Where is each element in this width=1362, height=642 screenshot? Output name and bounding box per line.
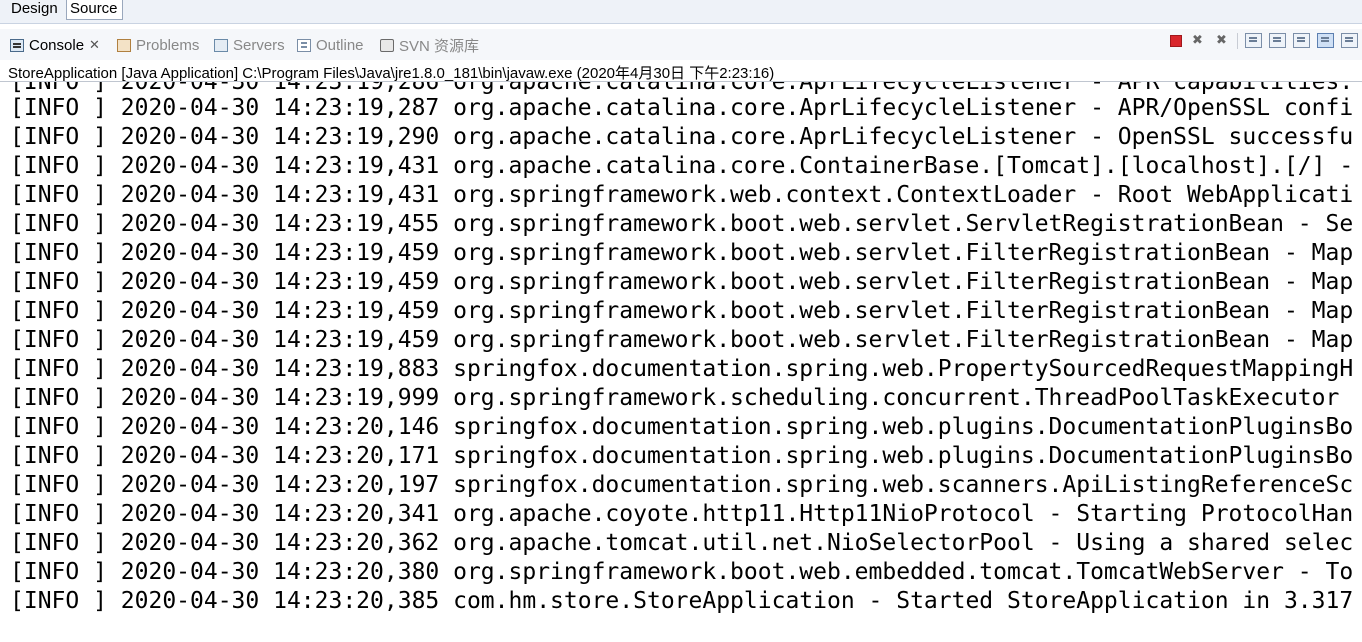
word-wrap-icon[interactable] — [1269, 33, 1286, 48]
console-icon — [10, 38, 24, 52]
tab-outline-label: Outline — [316, 36, 364, 54]
process-label: StoreApplication [Java Application] C:\P… — [8, 65, 775, 82]
log-line: [INFO ] 2020-04-30 14:23:19,431 org.spri… — [10, 182, 1354, 208]
tab-console[interactable]: Console ✕ — [10, 36, 100, 54]
remove-all-terminated-icon[interactable]: ✖ — [1213, 33, 1230, 48]
log-line: [INFO ] 2020-04-30 14:23:20,385 com.hm.s… — [10, 588, 1354, 614]
log-line: [INFO ] 2020-04-30 14:23:19,455 org.spri… — [10, 211, 1354, 237]
svn-repository-icon — [380, 38, 394, 52]
log-line: [INFO ] 2020-04-30 14:23:19,287 org.apac… — [10, 95, 1354, 121]
tab-servers-label: Servers — [233, 36, 285, 54]
console-toolbar: ✖ ✖ — [1163, 33, 1362, 51]
problems-icon — [117, 38, 131, 52]
editor-tab-strip: Design Source — [0, 0, 1362, 24]
tab-svn-label: SVN 资源库 — [399, 37, 480, 55]
log-line: [INFO ] 2020-04-30 14:23:19,459 org.spri… — [10, 240, 1354, 266]
log-line: [INFO ] 2020-04-30 14:23:20,380 org.spri… — [10, 559, 1354, 585]
view-toolbar: Console ✕ Problems Servers Outline SVN 资… — [0, 29, 1362, 60]
log-line: [INFO ] 2020-04-30 14:23:19,999 org.spri… — [10, 385, 1340, 411]
log-line: [INFO ] 2020-04-30 14:23:19,431 org.apac… — [10, 153, 1354, 179]
toolbar-separator — [1237, 33, 1238, 49]
log-line: [INFO ] 2020-04-30 14:23:19,459 org.spri… — [10, 269, 1354, 295]
pin-console-icon[interactable] — [1293, 33, 1310, 48]
close-icon[interactable]: ✕ — [89, 37, 100, 53]
tab-source[interactable]: Source — [66, 0, 123, 20]
display-selected-console-icon[interactable] — [1317, 33, 1334, 48]
tab-design[interactable]: Design — [8, 0, 61, 20]
outline-icon — [297, 38, 311, 52]
remove-launch-icon[interactable]: ✖ — [1189, 33, 1206, 48]
console-output[interactable]: [INFO ] 2020-04-30 14:23:19,286 org.apac… — [0, 82, 1362, 642]
log-line: [INFO ] 2020-04-30 14:23:20,362 org.apac… — [10, 530, 1354, 556]
tab-problems-label: Problems — [136, 36, 200, 54]
tab-svn-repository[interactable]: SVN 资源库 — [380, 36, 480, 55]
servers-icon — [214, 38, 228, 52]
log-line: [INFO ] 2020-04-30 14:23:20,197 springfo… — [10, 472, 1354, 498]
tab-outline[interactable]: Outline — [297, 36, 364, 54]
terminate-icon[interactable] — [1170, 35, 1182, 47]
tab-problems[interactable]: Problems — [117, 36, 199, 54]
log-line: [INFO ] 2020-04-30 14:23:20,341 org.apac… — [10, 501, 1354, 527]
log-line: [INFO ] 2020-04-30 14:23:20,146 springfo… — [10, 414, 1354, 440]
log-line: [INFO ] 2020-04-30 14:23:19,883 springfo… — [10, 356, 1354, 382]
log-line: [INFO ] 2020-04-30 14:23:19,459 org.spri… — [10, 327, 1354, 353]
open-console-icon[interactable] — [1341, 33, 1358, 48]
log-line: [INFO ] 2020-04-30 14:23:20,171 springfo… — [10, 443, 1354, 469]
log-line: [INFO ] 2020-04-30 14:23:19,459 org.spri… — [10, 298, 1354, 324]
log-line: [INFO ] 2020-04-30 14:23:19,290 org.apac… — [10, 124, 1354, 150]
tab-servers[interactable]: Servers — [214, 36, 285, 54]
tab-console-label: Console — [29, 36, 85, 54]
scroll-lock-icon[interactable] — [1245, 33, 1262, 48]
